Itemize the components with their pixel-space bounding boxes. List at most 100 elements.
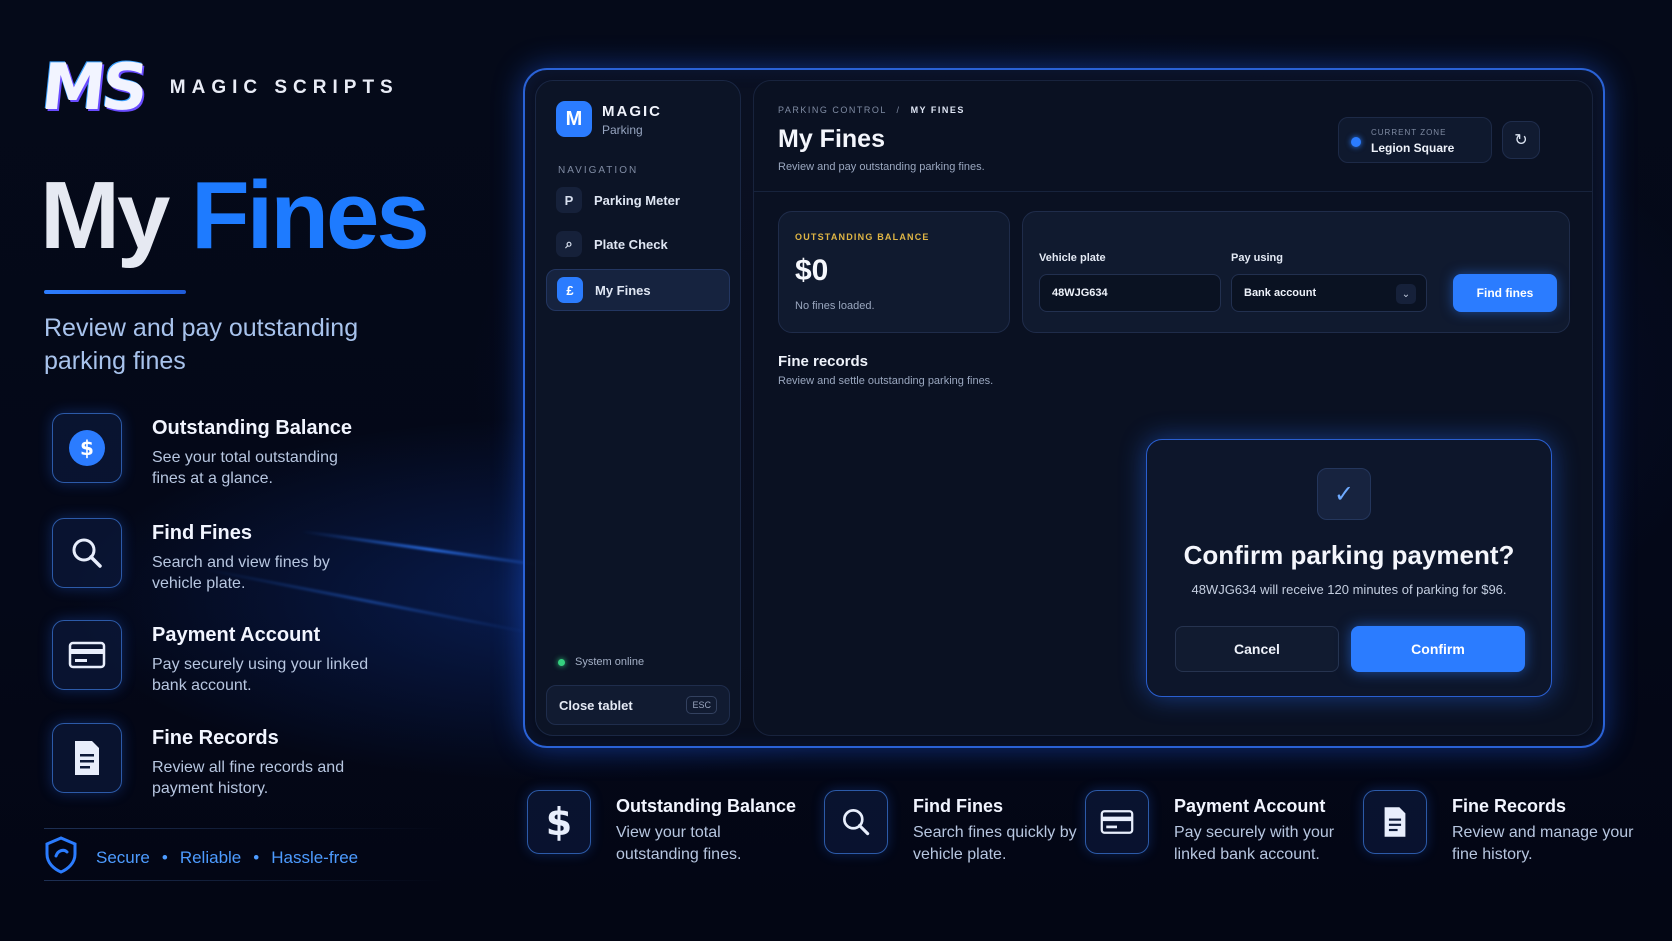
chevron-down-icon: ⌄ <box>1396 284 1416 304</box>
dialog-message: 48WJG634 will receive 120 minutes of par… <box>1191 582 1507 597</box>
app-brand: MAGIC <box>602 103 662 120</box>
svg-text:$: $ <box>80 436 94 460</box>
feature-desc: Search fines quickly by vehicle plate. <box>913 824 1077 863</box>
document-icon <box>1363 790 1427 854</box>
svg-text:$: $ <box>546 802 572 842</box>
feature-title: Payment Account <box>1174 796 1326 816</box>
balance-card: OUTSTANDING BALANCE $0 No fines loaded. <box>778 211 1010 333</box>
sidebar-item-parking-meter[interactable]: P Parking Meter <box>546 179 730 221</box>
status-dot-icon <box>558 658 565 666</box>
brand: MS MAGIC SCRIPTS <box>38 51 399 125</box>
bottom-feature-find-fines: Find Fines Search fines quickly by vehic… <box>824 790 1077 870</box>
hero-underline <box>44 290 186 294</box>
sidebar-item-plate-check[interactable]: ⌕ Plate Check <box>546 223 730 265</box>
feature-title: Outstanding Balance <box>616 796 797 816</box>
balance-value: $0 <box>795 254 829 287</box>
search-icon: ⌕ <box>556 231 582 257</box>
plate-label: Vehicle plate <box>1039 252 1106 264</box>
pay-label: Pay using <box>1231 252 1283 264</box>
dialog-title: Confirm parking payment? <box>1183 540 1515 570</box>
zone-label: CURRENT ZONE <box>1371 128 1447 137</box>
confirm-payment-dialog: ✓ Confirm parking payment? 48WJG634 will… <box>1146 439 1552 697</box>
sidebar-item-label: My Fines <box>595 282 651 298</box>
esc-key-badge: ESC <box>686 696 717 714</box>
brand-logo: MS <box>38 51 148 125</box>
balance-label: OUTSTANDING BALANCE <box>795 232 930 242</box>
check-icon: ✓ <box>1317 468 1371 520</box>
card-icon <box>52 620 122 690</box>
card-icon <box>1085 790 1149 854</box>
feature-title: Outstanding Balance <box>152 417 353 439</box>
cancel-button[interactable]: Cancel <box>1175 626 1339 672</box>
breadcrumb-current: MY FINES <box>910 105 965 115</box>
hero-subtitle: Review and pay outstanding parking fines <box>44 314 359 375</box>
sidebar-item-label: Parking Meter <box>594 192 680 208</box>
parking-icon: P <box>556 187 582 213</box>
feature-title: Find Fines <box>152 522 252 544</box>
records-title: Fine records <box>778 353 869 370</box>
trust-item: Hassle-free <box>271 847 359 867</box>
hero-title-word2: Fines <box>191 162 430 269</box>
status-text: System online <box>575 656 645 668</box>
trust-badges: Secure • Reliable • Hassle-free <box>44 836 358 879</box>
feature-outstanding-balance: $ Outstanding Balance See your total out… <box>52 413 452 487</box>
tablet-window: M MAGIC Parking NAVIGATION P Parking Met… <box>523 68 1605 748</box>
nav-section-label: NAVIGATION <box>558 165 639 176</box>
bottom-feature-payment-account: Payment Account Pay securely with your l… <box>1085 790 1355 870</box>
shield-icon <box>44 836 78 879</box>
feature-desc: See your total outstanding fines at a gl… <box>152 449 338 487</box>
balance-note: No fines loaded. <box>795 300 875 312</box>
close-tablet-label: Close tablet <box>559 697 633 713</box>
pound-icon: £ <box>557 277 583 303</box>
close-tablet-button[interactable]: Close tablet ESC <box>546 685 730 725</box>
breadcrumb-parent[interactable]: PARKING CONTROL <box>778 105 887 115</box>
separator-dot: • <box>253 847 260 867</box>
separator-dot: • <box>161 847 168 867</box>
search-icon <box>52 518 122 588</box>
breadcrumb: PARKING CONTROL / MY FINES <box>778 105 965 115</box>
page-title: My Fines <box>778 125 885 153</box>
refresh-icon: ↻ <box>1514 132 1528 149</box>
feature-title: Fine Records <box>152 727 279 749</box>
breadcrumb-separator: / <box>896 105 901 115</box>
current-zone-badge: CURRENT ZONE Legion Square <box>1338 117 1492 163</box>
bottom-feature-fine-records: Fine Records Review and manage your fine… <box>1363 790 1653 870</box>
brand-name: MAGIC SCRIPTS <box>169 77 399 98</box>
sidebar-item-my-fines[interactable]: £ My Fines <box>546 269 730 311</box>
document-icon <box>52 723 122 793</box>
feature-desc: Review all fine records and payment hist… <box>152 759 345 797</box>
feature-fine-records: Fine Records Review all fine records and… <box>52 723 452 797</box>
feature-desc: Pay securely with your linked bank accou… <box>1174 824 1335 863</box>
find-fines-button[interactable]: Find fines <box>1453 274 1557 312</box>
divider <box>44 828 444 829</box>
sidebar: M MAGIC Parking NAVIGATION P Parking Met… <box>535 80 741 736</box>
trust-item: Reliable <box>179 847 242 867</box>
feature-desc: View your total outstanding fines. <box>616 824 742 863</box>
search-card: Vehicle plate Pay using Bank account ⌄ F… <box>1022 211 1570 333</box>
feature-desc: Pay securely using your linked bank acco… <box>152 656 369 694</box>
main-panel: PARKING CONTROL / MY FINES My Fines Revi… <box>753 80 1593 736</box>
feature-title: Payment Account <box>152 624 321 646</box>
system-status: System online <box>558 656 644 668</box>
trust-item: Secure <box>96 847 150 867</box>
dollar-icon: $ <box>52 413 122 483</box>
search-icon <box>824 790 888 854</box>
refresh-button[interactable]: ↻ <box>1502 121 1540 159</box>
plate-input[interactable] <box>1039 274 1221 312</box>
feature-title: Fine Records <box>1452 796 1567 816</box>
pay-method-select[interactable]: Bank account ⌄ <box>1231 274 1427 312</box>
records-subtitle: Review and settle outstanding parking fi… <box>778 375 994 387</box>
zone-value: Legion Square <box>1371 141 1455 155</box>
feature-title: Find Fines <box>913 796 1003 816</box>
confirm-button[interactable]: Confirm <box>1351 626 1525 672</box>
feature-desc: Review and manage your fine history. <box>1452 824 1634 863</box>
sidebar-item-label: Plate Check <box>594 236 668 252</box>
divider <box>44 880 444 881</box>
feature-payment-account: Payment Account Pay securely using your … <box>52 620 452 694</box>
app-subtitle: Parking <box>602 123 643 137</box>
feature-find-fines: Find Fines Search and view fines by vehi… <box>52 518 452 592</box>
zone-dot-icon <box>1351 137 1361 147</box>
feature-desc: Search and view fines by vehicle plate. <box>152 554 330 592</box>
header-divider <box>754 191 1592 192</box>
page-subtitle: Review and pay outstanding parking fines… <box>778 161 985 173</box>
